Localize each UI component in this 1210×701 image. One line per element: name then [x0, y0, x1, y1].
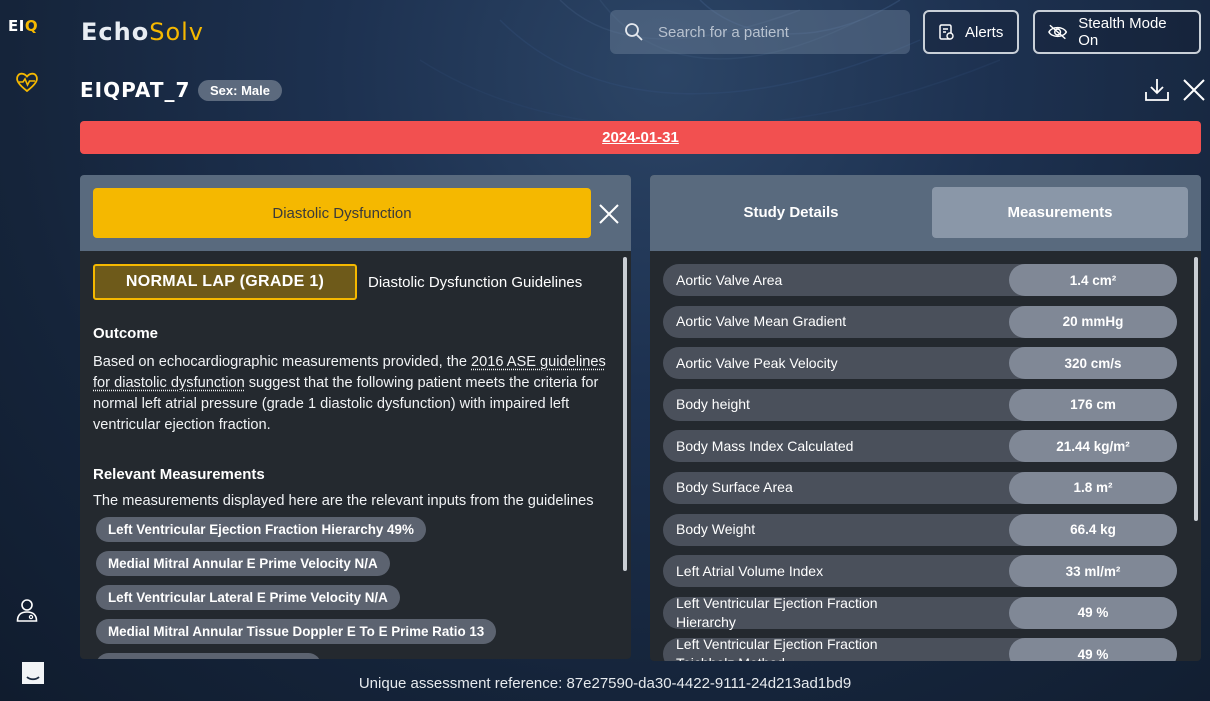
brand-echo: Echo [81, 18, 150, 46]
eiq-logo[interactable]: EIQ [8, 17, 38, 35]
logo-text-q: Q [24, 17, 39, 35]
guidelines-link[interactable]: Diastolic Dysfunction Guidelines [368, 274, 582, 291]
grade-badge: NORMAL LAP (GRADE 1) [93, 264, 357, 300]
measurement-chip: Left Ventricular Lateral E Prime Velocit… [96, 585, 400, 610]
heart-pulse-icon[interactable] [14, 69, 40, 95]
measurement-value: 66.4 kg [1009, 513, 1177, 546]
measurement-value: 49 % [1009, 638, 1177, 661]
close-assessment-icon[interactable] [596, 201, 622, 227]
stealth-label: Stealth Mode On [1078, 15, 1167, 49]
logo-text-ei: EI [8, 17, 25, 35]
search-icon [625, 23, 643, 41]
measurement-label: Body Weight [676, 521, 756, 538]
measurement-label: Aortic Valve Area [676, 271, 783, 288]
doctor-icon[interactable] [14, 597, 40, 623]
search-input[interactable] [658, 23, 888, 41]
measurement-label: Left Atrial Volume Index [676, 562, 824, 579]
measurement-label: Body height [676, 396, 750, 413]
details-tabs: Study Details Measurements [650, 175, 1201, 251]
outcome-prefix: Based on echocardiographic measurements … [93, 354, 472, 370]
measurement-row: Left Ventricular Ejection Fraction Hiera… [663, 594, 1177, 630]
alerts-icon [939, 24, 954, 40]
tab-measurements[interactable]: Measurements [932, 187, 1188, 238]
study-date[interactable]: 2024-01-31 [602, 129, 679, 146]
measurement-chip: Left Ventricular Ejection Fraction Hiera… [96, 517, 426, 542]
measurement-value: 49 % [1009, 596, 1177, 629]
measurement-value: 33 ml/m² [1009, 555, 1177, 588]
measurement-row: Body Weight 66.4 kg [663, 513, 1177, 546]
measurement-value: 1.8 m² [1009, 471, 1177, 504]
close-icon[interactable] [1180, 76, 1208, 104]
measurement-row: Body Mass Index Calculated 21.44 kg/m² [663, 430, 1177, 463]
measurement-value: 21.44 kg/m² [1009, 430, 1177, 463]
echosolv-logo[interactable]: EchoSolv [81, 18, 204, 46]
patient-search[interactable] [610, 10, 910, 54]
outcome-heading: Outcome [93, 325, 159, 342]
relevant-measurements-list: Left Ventricular Ejection Fraction Hiera… [93, 517, 631, 659]
measurement-row: Left Atrial Volume Index 33 ml/m² [663, 555, 1177, 588]
alerts-button[interactable]: Alerts [923, 10, 1019, 54]
assessment-panel: Diastolic Dysfunction NORMAL LAP (GRADE … [80, 175, 631, 659]
assessment-body: NORMAL LAP (GRADE 1) Diastolic Dysfuncti… [80, 251, 631, 659]
measurements-scrollbar[interactable] [1194, 257, 1198, 521]
measurement-label: Left Ventricular Ejection Fraction Teich… [676, 636, 878, 661]
measurement-chip: Medial Mitral Annular Tissue Doppler E T… [96, 619, 497, 644]
download-icon[interactable] [1143, 76, 1171, 104]
measurement-row: Body Surface Area 1.8 m² [663, 471, 1177, 504]
outcome-text: Based on echocardiographic measurements … [93, 352, 618, 436]
eye-off-icon [1048, 24, 1068, 40]
measurement-label: Aortic Valve Mean Gradient [676, 313, 847, 330]
assessment-scrollbar[interactable] [623, 257, 627, 571]
measurement-row: Left Ventricular Ejection Fraction Teich… [663, 636, 1177, 661]
study-date-bar[interactable]: 2024-01-31 [80, 121, 1201, 154]
measurement-chip: Medial Mitral Annular E Prime Velocity N… [96, 551, 390, 576]
sex-badge: Sex: Male [198, 80, 282, 101]
stealth-mode-button[interactable]: Stealth Mode On [1033, 10, 1201, 54]
assessment-reference: Unique assessment reference: 87e27590-da… [358, 675, 852, 692]
assessment-title[interactable]: Diastolic Dysfunction [93, 188, 591, 238]
measurement-value: 20 mmHg [1009, 305, 1177, 338]
tab-study-details[interactable]: Study Details [663, 187, 919, 238]
measurement-label: Aortic Valve Peak Velocity [676, 354, 838, 371]
alerts-label: Alerts [965, 23, 1004, 41]
measurement-row: Body height 176 cm [663, 388, 1177, 421]
measurement-label: Left Ventricular Ejection Fraction Hiera… [676, 594, 878, 630]
measurements-list: Aortic Valve Area 1.4 cm² Aortic Valve M… [650, 251, 1201, 661]
sidebar: EIQ [0, 0, 56, 701]
measurement-row: Aortic Valve Peak Velocity 320 cm/s [663, 347, 1177, 380]
measurement-row: Aortic Valve Mean Gradient 20 mmHg [663, 305, 1177, 338]
measurement-chip [96, 653, 321, 659]
measurement-label: Body Surface Area [676, 479, 793, 496]
brand-solv: Solv [149, 18, 204, 46]
relevant-intro: The measurements displayed here are the … [93, 493, 594, 509]
assessment-header: Diastolic Dysfunction [80, 175, 631, 251]
measurement-value: 176 cm [1009, 388, 1177, 421]
measurement-label: Body Mass Index Calculated [676, 437, 854, 454]
measurement-value: 320 cm/s [1009, 347, 1177, 380]
relevant-heading: Relevant Measurements [93, 466, 265, 483]
measurement-value: 1.4 cm² [1009, 264, 1177, 296]
patient-id: EIQPAT_7 [80, 78, 191, 102]
measurement-row: Aortic Valve Area 1.4 cm² [663, 264, 1177, 296]
details-panel: Study Details Measurements Aortic Valve … [650, 175, 1201, 661]
